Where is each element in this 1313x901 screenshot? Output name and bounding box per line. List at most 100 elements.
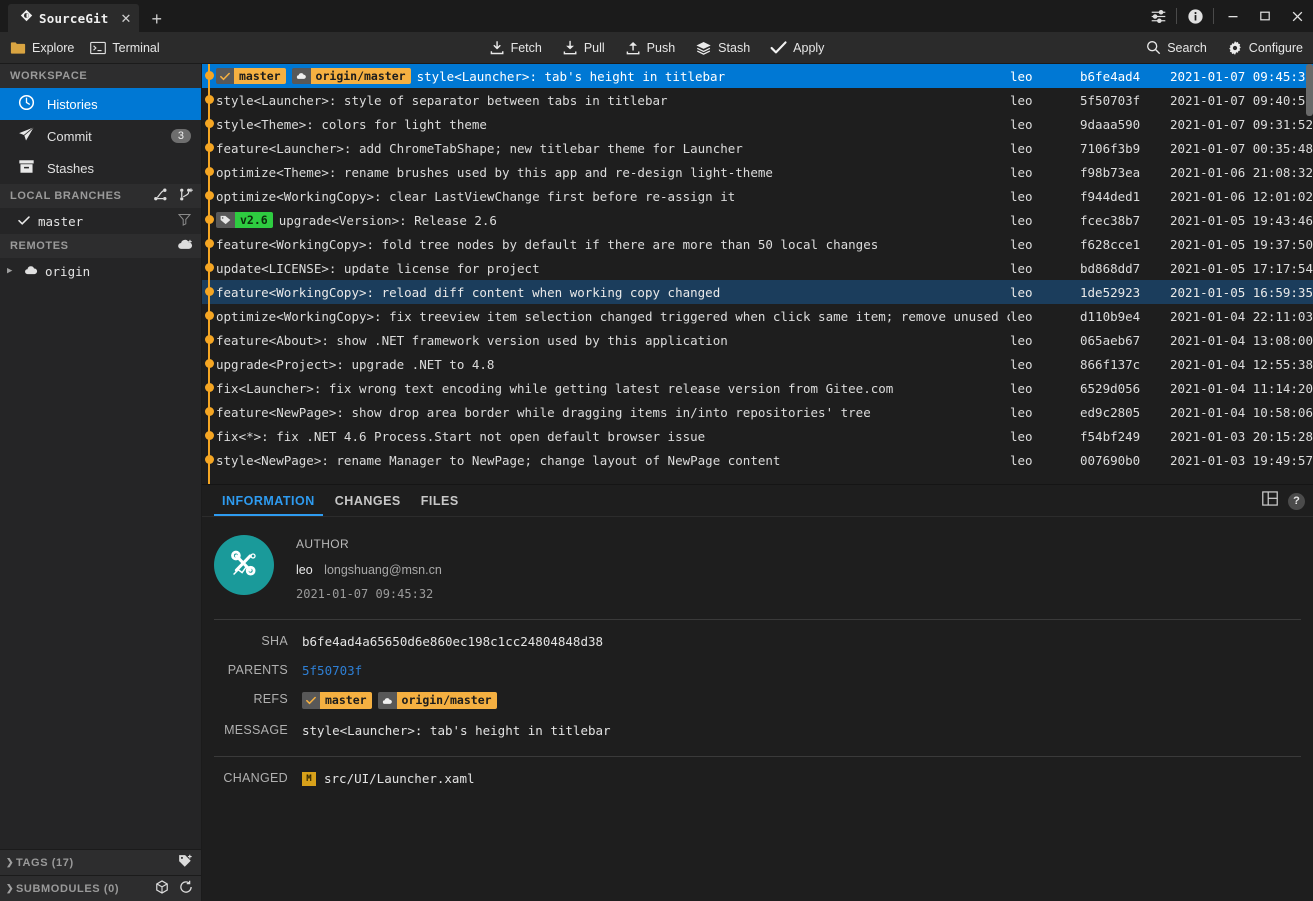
commit-detail-panel: INFORMATION CHANGES FILES ? <box>202 484 1313 901</box>
commit-subject: fix<*>: fix .NET 4.6 Process.Start not o… <box>216 429 1010 444</box>
chevron-right-icon[interactable]: ❯ <box>6 883 16 894</box>
add-submodule-icon[interactable] <box>155 880 169 897</box>
fetch-label: Fetch <box>511 41 542 55</box>
ref-badge[interactable]: origin/master <box>378 692 497 709</box>
table-row[interactable]: style<Launcher>: style of separator betw… <box>202 88 1313 112</box>
commit-subject: optimize<WorkingCopy>: clear LastViewCha… <box>216 189 1010 204</box>
push-icon <box>625 40 641 56</box>
table-row[interactable]: optimize<Theme>: rename brushes used by … <box>202 160 1313 184</box>
configure-button[interactable]: Configure <box>1227 40 1303 56</box>
sidebar-item-stashes[interactable]: Stashes <box>0 152 201 184</box>
table-row[interactable]: update<LICENSE>: update license for proj… <box>202 256 1313 280</box>
ref-badge[interactable]: origin/master <box>292 68 411 84</box>
close-button[interactable] <box>1281 0 1313 32</box>
commit-list[interactable]: masterorigin/masterstyle<Launcher>: tab'… <box>202 64 1313 484</box>
table-row[interactable]: style<Theme>: colors for light themeleo9… <box>202 112 1313 136</box>
commit-sha: f944ded1 <box>1080 189 1170 204</box>
apply-label: Apply <box>793 41 824 55</box>
minimize-button[interactable] <box>1217 0 1249 32</box>
table-row[interactable]: feature<Launcher>: add ChromeTabShape; n… <box>202 136 1313 160</box>
ref-badge[interactable]: v2.6 <box>216 212 273 228</box>
table-row[interactable]: style<NewPage>: rename Manager to NewPag… <box>202 448 1313 472</box>
new-branch-icon[interactable] <box>178 187 193 205</box>
chevron-right-icon[interactable]: ▶ <box>7 266 17 276</box>
table-row[interactable]: optimize<WorkingCopy>: clear LastViewCha… <box>202 184 1313 208</box>
commit-subject-text: style<Theme>: colors for light theme <box>216 117 487 132</box>
commit-subject: style<NewPage>: rename Manager to NewPag… <box>216 453 1010 468</box>
push-button[interactable]: Push <box>625 40 676 56</box>
tags-header[interactable]: ❯ TAGS (17) <box>0 850 201 875</box>
add-tag-icon[interactable] <box>178 854 193 871</box>
commit-subject-text: fix<Launcher>: fix wrong text encoding w… <box>216 381 893 396</box>
close-tab-icon[interactable]: ✕ <box>121 12 132 25</box>
preferences-sliders-icon[interactable] <box>1143 0 1173 32</box>
table-row[interactable]: upgrade<Project>: upgrade .NET to 4.8 leo… <box>202 352 1313 376</box>
submodules-header[interactable]: ❯ SUBMODULES (0) <box>0 876 201 901</box>
terminal-button[interactable]: Terminal <box>90 41 159 55</box>
table-row[interactable]: fix<*>: fix .NET 4.6 Process.Start not o… <box>202 424 1313 448</box>
commit-rows: masterorigin/masterstyle<Launcher>: tab'… <box>202 64 1313 472</box>
commit-sha: fcec38b7 <box>1080 213 1170 228</box>
refresh-submodules-icon[interactable] <box>179 880 193 897</box>
table-row[interactable]: masterorigin/masterstyle<Launcher>: tab'… <box>202 64 1313 88</box>
avatar <box>214 535 274 595</box>
new-tab-icon[interactable]: + <box>151 10 162 28</box>
commit-subject-text: upgrade<Project>: upgrade .NET to 4.8 <box>216 357 494 372</box>
repo-tab[interactable]: SourceGit ✕ <box>8 4 139 32</box>
table-row[interactable]: optimize<WorkingCopy>: fix treeview item… <box>202 304 1313 328</box>
parent-sha-link[interactable]: 5f50703f <box>302 663 362 678</box>
commit-subject-text: feature<NewPage>: show drop area border … <box>216 405 871 420</box>
maximize-button[interactable] <box>1249 0 1281 32</box>
table-row[interactable]: feature<About>: show .NET framework vers… <box>202 328 1313 352</box>
filter-icon[interactable] <box>178 213 191 229</box>
sidebar-branch-master[interactable]: master <box>0 208 201 234</box>
changed-file-row[interactable]: M src/UI/Launcher.xaml <box>302 771 475 786</box>
ref-badge[interactable]: master <box>302 692 372 709</box>
commit-author: leo <box>1010 213 1080 228</box>
layout-toggle-icon[interactable] <box>1262 491 1278 511</box>
help-button[interactable]: ? <box>1288 493 1305 510</box>
commit-author: leo <box>1010 285 1080 300</box>
field-label: CHANGED <box>202 771 302 785</box>
apply-button[interactable]: Apply <box>770 40 824 55</box>
apply-check-icon <box>770 40 787 55</box>
table-row[interactable]: v2.6upgrade<Version>: Release 2.6leofcec… <box>202 208 1313 232</box>
sidebar-remote-origin[interactable]: ▶ origin <box>0 258 201 284</box>
chevron-right-icon[interactable]: ❯ <box>6 857 16 868</box>
author-identity: leo longshuang@msn.cn <box>296 563 442 577</box>
repo-tab-title: SourceGit <box>39 11 109 26</box>
changed-file-path: src/UI/Launcher.xaml <box>324 771 475 786</box>
sidebar: WORKSPACE Histories Commit 3 Stashes <box>0 64 202 901</box>
merge-branches-icon[interactable] <box>153 187 168 205</box>
commit-author: leo <box>1010 93 1080 108</box>
table-row[interactable]: feature<WorkingCopy>: fold tree nodes by… <box>202 232 1313 256</box>
stash-icon <box>695 40 712 56</box>
commit-subject-text: style<NewPage>: rename Manager to NewPag… <box>216 453 780 468</box>
commit-author: leo <box>1010 357 1080 372</box>
tab-information[interactable]: INFORMATION <box>212 485 325 516</box>
commit-sha: b6fe4ad4 <box>1080 69 1170 84</box>
table-row[interactable]: fix<Launcher>: fix wrong text encoding w… <box>202 376 1313 400</box>
about-info-icon[interactable] <box>1180 0 1210 32</box>
table-row[interactable]: feature<NewPage>: show drop area border … <box>202 400 1313 424</box>
ref-badge[interactable]: master <box>216 68 286 84</box>
tab-files[interactable]: FILES <box>411 485 469 516</box>
search-button[interactable]: Search <box>1146 40 1207 55</box>
sidebar-item-histories[interactable]: Histories <box>0 88 201 120</box>
sidebar-item-commit[interactable]: Commit 3 <box>0 120 201 152</box>
explore-button[interactable]: Explore <box>10 41 74 55</box>
remotes-actions <box>177 238 193 255</box>
commit-time: 2021-01-07 09:31:52 <box>1170 117 1313 132</box>
add-remote-icon[interactable] <box>177 238 193 255</box>
stash-button[interactable]: Stash <box>695 40 750 56</box>
tab-changes[interactable]: CHANGES <box>325 485 411 516</box>
table-row[interactable]: feature<WorkingCopy>: reload diff conten… <box>202 280 1313 304</box>
commit-subject: optimize<WorkingCopy>: fix treeview item… <box>216 309 1010 324</box>
ref-badge-label: master <box>320 692 372 709</box>
commit-time: 2021-01-03 20:15:28 <box>1170 429 1313 444</box>
commit-list-scrollbar[interactable] <box>1306 64 1313 116</box>
main-content: masterorigin/masterstyle<Launcher>: tab'… <box>202 64 1313 901</box>
field-label: MESSAGE <box>202 723 302 737</box>
pull-button[interactable]: Pull <box>562 40 605 56</box>
fetch-button[interactable]: Fetch <box>489 40 542 56</box>
